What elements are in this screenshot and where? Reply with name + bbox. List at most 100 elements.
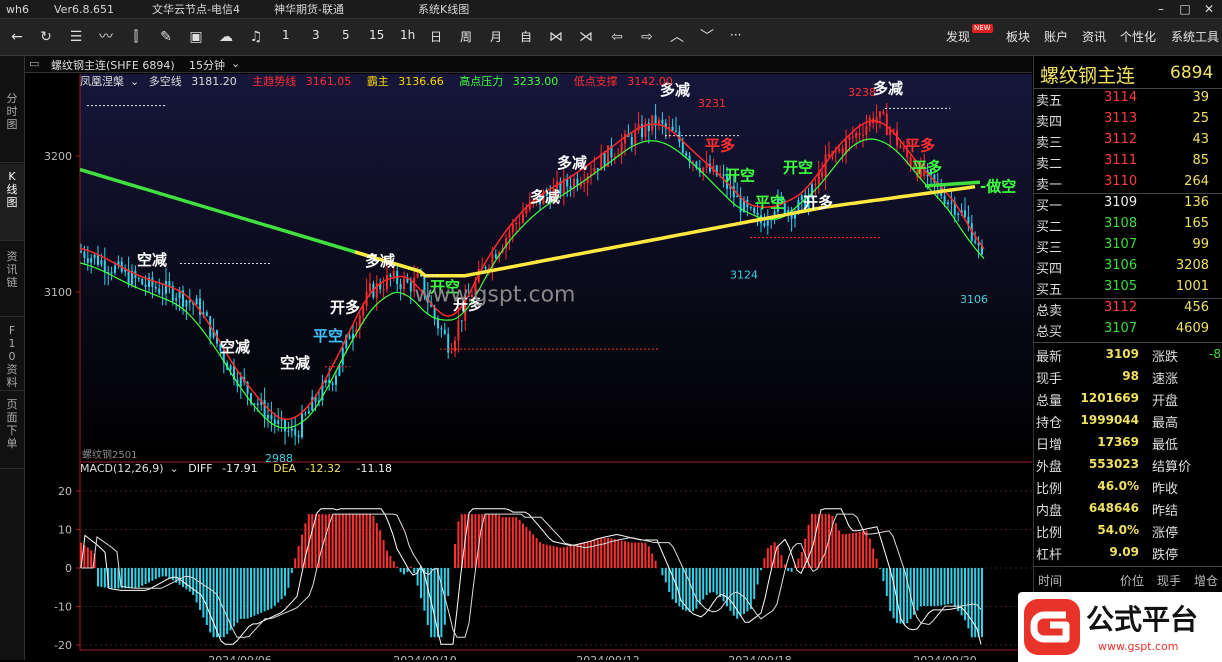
total-row[interactable]: 总卖 3112 456	[1034, 298, 1222, 319]
ask-row[interactable]: 卖一 3110 264	[1034, 172, 1222, 193]
chart-menu-icon[interactable]: ▭	[29, 57, 39, 70]
period-week[interactable]: 周	[460, 28, 472, 45]
server-node: 文华云节点-电信4	[152, 3, 240, 16]
candle-body	[899, 145, 902, 148]
legend-low-support: 低点支撑 3142.00	[573, 75, 673, 88]
candle-body	[409, 282, 412, 292]
candle-body	[229, 365, 232, 370]
candle-body	[882, 111, 885, 114]
book-price: 3111	[1104, 153, 1138, 168]
bid-row[interactable]: 买三 3107 99	[1034, 235, 1222, 256]
candle-body	[675, 130, 677, 132]
candlestick-icon[interactable]: ⫿	[125, 27, 147, 47]
stat-label: 杠杆	[1036, 548, 1063, 563]
candle-body	[518, 222, 521, 224]
period-month[interactable]: 月	[490, 28, 502, 45]
period-15[interactable]: 15	[369, 28, 384, 42]
ask-row[interactable]: 卖五 3114 39	[1034, 88, 1222, 109]
close-icon[interactable]: ✕	[1198, 0, 1220, 18]
order-icon[interactable]: ▣	[185, 27, 207, 47]
menu-account[interactable]: 账户	[1044, 28, 1068, 45]
menu-news[interactable]: 资讯	[1082, 28, 1106, 45]
list-icon[interactable]: ☰	[65, 27, 87, 47]
alert-bell-icon[interactable]: ♫	[245, 27, 267, 47]
cloud-icon[interactable]: ☁	[215, 27, 237, 47]
signal-label: 空减	[137, 251, 167, 269]
candle-body	[967, 216, 970, 224]
stat-value: 1201669	[1080, 391, 1139, 405]
stat-label-2: 开盘	[1152, 394, 1179, 409]
tab-f10[interactable]: F10资料	[0, 318, 24, 391]
bid-row[interactable]: 买二 3108 165	[1034, 214, 1222, 235]
period-custom[interactable]: 自	[520, 28, 532, 45]
menu-discover[interactable]: 发现	[946, 28, 970, 45]
maximize-icon[interactable]: □	[1174, 0, 1196, 18]
chevron-down-icon[interactable]: ﹀	[696, 27, 718, 47]
period-1[interactable]: 1	[282, 28, 290, 42]
candle-body	[86, 258, 89, 263]
period-day[interactable]: 日	[430, 28, 442, 45]
candle-body	[382, 289, 385, 291]
candle-body	[756, 213, 759, 216]
ask-row[interactable]: 卖二 3111 85	[1034, 151, 1222, 172]
period-dropdown-icon[interactable]: ⌄	[231, 57, 240, 70]
stat-label-2: 结算价	[1152, 460, 1192, 475]
candle-body	[154, 286, 157, 289]
candle-body	[671, 126, 674, 131]
price-mark: 3238	[848, 86, 876, 99]
back-arrow-icon[interactable]: ←	[6, 27, 28, 47]
book-label: 卖四	[1036, 115, 1063, 130]
stat-label-2: 最低	[1152, 438, 1179, 453]
zoom-out-icon[interactable]: ⋊	[575, 27, 597, 47]
chart-area[interactable]: ▭ 螺纹钢主连(SHFE 6894) 15分钟 ⌄ 3200 3100 3231 32…	[25, 56, 1032, 660]
candle-body	[362, 306, 365, 316]
total-row[interactable]: 总买 3107 4609	[1034, 319, 1222, 340]
signal-label: 平多	[905, 137, 935, 155]
kline-chart[interactable]: 3200310032313238312431062988空减空减空减开多平空多减…	[25, 72, 1032, 660]
indicator-name[interactable]: 凤凰涅槃	[80, 75, 124, 88]
macd-dropdown-icon[interactable]: ⌄	[170, 462, 179, 475]
indicator-dropdown-icon[interactable]: ⌄	[130, 75, 139, 88]
zoom-in-icon[interactable]: ⋈	[545, 27, 567, 47]
signal-label: 开多	[803, 194, 833, 212]
menu-system-tools[interactable]: 系统工具	[1171, 28, 1219, 45]
macd-dea: DEA -12.32	[273, 462, 342, 475]
contract-name: 螺纹钢主连	[1040, 65, 1136, 87]
macd-tick-label: -10	[54, 601, 72, 614]
scroll-left-icon[interactable]: ⇦	[606, 27, 628, 47]
contract-code: 6894	[1170, 63, 1214, 83]
tab-kline[interactable]: K线图	[0, 164, 24, 241]
line-chart-icon[interactable]: 〰	[95, 27, 117, 47]
candle-body	[763, 223, 766, 226]
tab-news-chain[interactable]: 资讯链	[0, 244, 24, 317]
more-button[interactable]: ···	[730, 28, 741, 42]
chevron-up-icon[interactable]: ︿	[666, 27, 688, 47]
period-selector[interactable]: 15分钟	[189, 57, 225, 73]
menu-sector[interactable]: 板块	[1006, 28, 1030, 45]
draw-tool-icon[interactable]: ✎	[155, 27, 177, 47]
period-1h[interactable]: 1h	[400, 28, 415, 42]
candle-body	[974, 240, 977, 243]
candle-body	[766, 220, 769, 226]
candle-body	[522, 213, 524, 223]
candle-body	[508, 232, 511, 238]
ask-row[interactable]: 卖四 3113 25	[1034, 109, 1222, 130]
book-volume: 264	[1184, 174, 1209, 189]
bid-row[interactable]: 买一 3109 136	[1034, 193, 1222, 214]
candle-body	[440, 328, 443, 330]
macd-value: -11.18	[356, 462, 392, 475]
menu-personalize[interactable]: 个性化	[1120, 28, 1156, 45]
bid-row[interactable]: 买五 3105 1001	[1034, 277, 1222, 298]
tab-timeshare[interactable]: 分时图	[0, 86, 24, 163]
macd-name[interactable]: MACD(12,26,9)	[80, 462, 164, 475]
period-5[interactable]: 5	[342, 28, 350, 42]
ask-row[interactable]: 卖三 3112 43	[1034, 130, 1222, 151]
bid-row[interactable]: 买四 3106 3208	[1034, 256, 1222, 277]
scroll-right-icon[interactable]: ⇨	[636, 27, 658, 47]
tab-page-order[interactable]: 页面下单	[0, 392, 24, 469]
minimize-icon[interactable]: –	[1150, 0, 1172, 18]
book-price: 3113	[1104, 111, 1138, 126]
tick-header-add: 增仓	[1194, 574, 1219, 588]
refresh-icon[interactable]: ↻	[35, 27, 57, 47]
period-3[interactable]: 3	[312, 28, 320, 42]
